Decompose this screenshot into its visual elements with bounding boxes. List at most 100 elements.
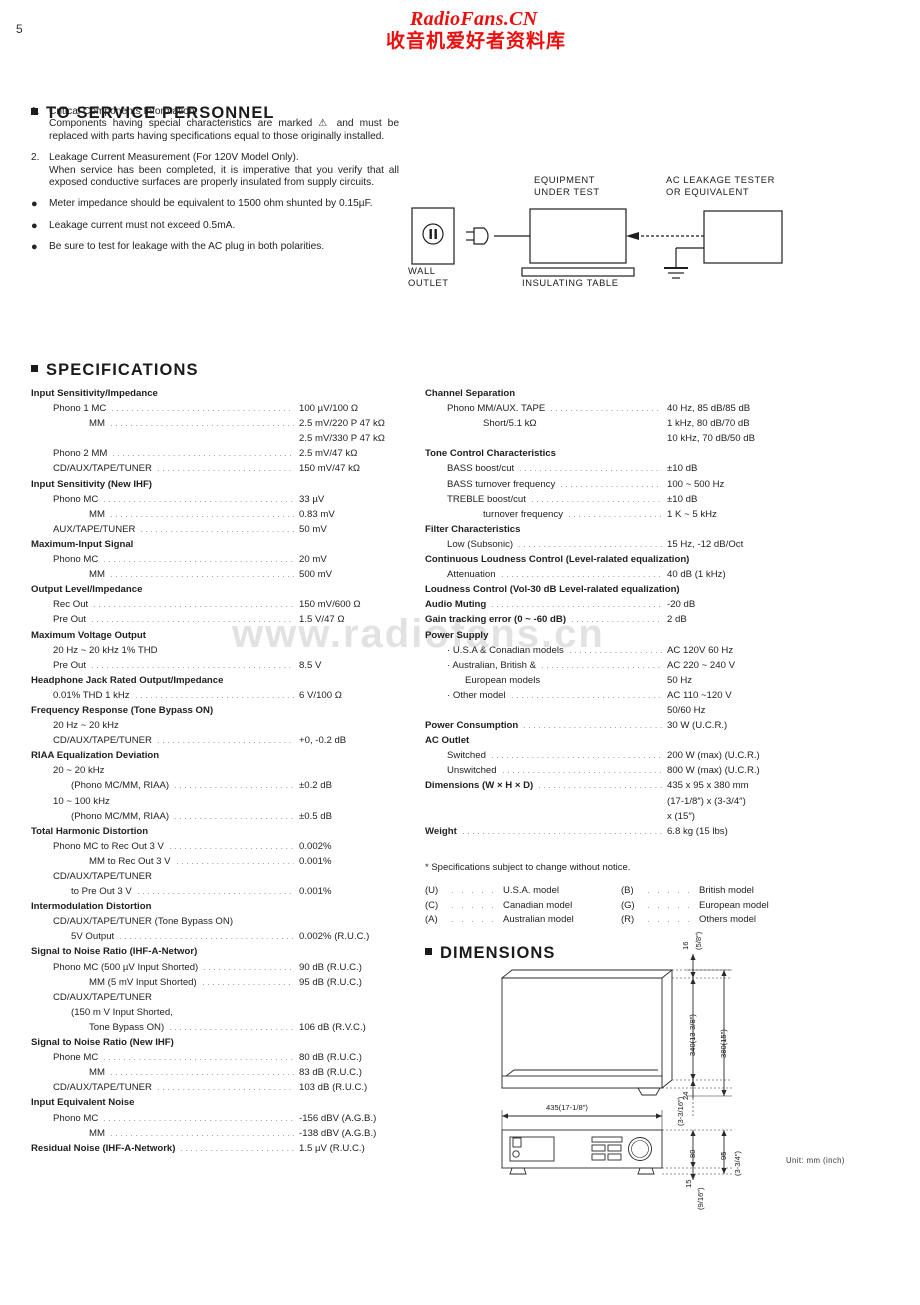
note-line: Be sure to test for leakage with the AC … [49,241,325,253]
spec-value: 1 K ~ 5 kHz [667,508,717,520]
legend-entry: (G) . . . . . European model [621,899,817,914]
spec-label: BASS boost/cut [447,463,515,475]
spec-row: Switched................................… [425,748,825,763]
spec-label: Frequency Response (Tone Bypass ON) [31,704,214,716]
leader-dots: ........................................ [169,1021,294,1033]
specifications-right-column: Channel Separation Phono MM/AUX. TAPE....… [425,386,825,839]
spec-value: -20 dB [667,599,696,611]
note-line: Meter impedance should be equivalent to … [49,198,373,210]
leader-dots: ........................................ [110,1067,294,1079]
spec-value: 106 dB (R.V.C.) [299,1021,366,1033]
spec-row: Pre Out.................................… [31,658,401,673]
page-number: 5 [16,22,23,36]
list-item: 1. Critical Components Information. Comp… [31,106,399,143]
dimensions-unit-note: Unit: mm (inch) [786,1156,845,1165]
spec-row: CD/AUX/TAPE/TUNER.......................… [31,733,401,748]
leader-dots: ........................................ [111,403,294,415]
leader-dots: . . . . . [451,885,497,896]
spec-label: MM [89,418,105,430]
note-body: Be sure to test for leakage with the AC … [49,241,399,253]
equipment-under-test-label: EQUIPMENT UNDER TEST [534,174,600,197]
spec-row: BASS boost/cut..........................… [425,461,825,476]
leader-dots: ........................................ [110,569,294,581]
dim-label-depth-inner: 340(13-3/8″) [688,1014,697,1056]
spec-value: 2.5 mV/47 kΩ [299,448,358,460]
spec-row: (Phono MC/MM, RIAA).....................… [31,778,401,793]
spec-row: turnover frequency......................… [425,507,825,522]
spec-label: (Phono MC/MM, RIAA) [71,810,170,822]
spec-row: 5V Output...............................… [31,929,401,944]
note-body: Leakage Current Measurement (For 120V Mo… [49,152,399,189]
legend-entry: (C) . . . . . Canadian model [425,899,621,914]
spec-label: Residual Noise (IHF-A-Network) [31,1142,176,1154]
dim-label-height-body-inch: (3-3/16″) [676,1096,685,1126]
spec-row: CD/AUX/TAPE/TUNER.......................… [31,1080,401,1095]
spec-row: Weight..................................… [425,824,825,839]
leader-dots: ........................................ [103,1052,294,1064]
spec-row: Filter Characteristics [425,522,825,537]
leader-dots: ........................................ [531,493,662,505]
spec-label: CD/AUX/TAPE/TUNER (Tone Bypass ON) [53,916,234,928]
spec-label: Gain tracking error (0 ~ -60 dB) [425,614,567,626]
leader-dots: ........................................ [103,1112,294,1124]
spec-value: 6.8 kg (15 lbs) [667,825,728,837]
spec-row: CD/AUX/TAPE/TUNER.......................… [31,461,401,476]
spec-row: Signal to Noise Ratio (New IHF) [31,1035,401,1050]
leader-dots: ........................................ [203,961,294,973]
leader-dots: ........................................ [501,569,662,581]
spec-row: 10 kHz, 70 dB/50 dB [425,431,825,446]
spec-label: TREBLE boost/cut [447,493,526,505]
legend-code: (U) [425,885,439,896]
spec-value: 1.5 µV (R.U.C.) [299,1142,365,1154]
spec-label: Rec Out [53,599,89,611]
dim-label-top-offset-inch: (5/8″) [694,931,703,950]
spec-value: 0.001% [299,855,332,867]
spec-row: MM......................................… [31,507,401,522]
spec-label: MM [89,569,105,581]
spec-value: 2.5 mV/220 P 47 kΩ [299,418,385,430]
spec-row: Short/5.1 kΩ 1 kHz, 80 dB/70 dB [425,416,825,431]
spec-label: (150 m V Input Shorted, [71,1006,173,1018]
leader-dots: ........................................ [103,493,294,505]
spec-value: -156 dBV (A.G.B.) [299,1112,377,1124]
spec-row: MM......................................… [31,1126,401,1141]
spec-value: 8.5 V [299,659,322,671]
leader-dots: ........................................ [135,689,294,701]
note-bullet-icon: ● [31,219,38,232]
spec-row: CD/AUX/TAPE/TUNER [31,990,401,1005]
spec-label: BASS turnover frequency [447,478,556,490]
leader-dots: ........................................ [560,478,662,490]
leader-dots: ........................................ [568,508,662,520]
spec-label: RIAA Equalization Deviation [31,750,160,762]
spec-label: Intermodulation Distortion [31,901,152,913]
leader-dots: ........................................ [491,750,662,762]
spec-row: CD/AUX/TAPE/TUNER (Tone Bypass ON) [31,914,401,929]
spec-label: Attenuation [447,569,496,581]
spec-row: Power Supply [425,628,825,643]
leader-dots: ........................................ [169,840,294,852]
ac-leakage-tester-label: AC LEAKAGE TESTER OR EQUIVALENT [666,174,776,197]
spec-label: · U.S.A & Conadian models [447,644,564,656]
wall-outlet-label: WALL OUTLET [408,265,449,288]
spec-label: Unswitched [447,765,497,777]
leader-dots: ........................................ [119,931,294,943]
spec-label: Phono MM/AUX. TAPE [447,403,546,415]
spec-row: · Other model...........................… [425,688,825,703]
legend-name: British model [699,885,754,896]
note-marker: 1. [31,106,40,117]
spec-value: 40 Hz, 85 dB/85 dB [667,403,751,415]
spec-row: (150 m V Input Shorted, [31,1005,401,1020]
spec-row: Input Equivalent Noise [31,1095,401,1110]
legend-code: (A) [425,914,438,926]
spec-label: · Other model [447,689,506,701]
spec-value: 15 Hz, -12 dB/Oct [667,538,744,550]
spec-row: Attenuation.............................… [425,567,825,582]
spec-row: BASS turnover frequency.................… [425,477,825,492]
spec-label: Signal to Noise Ratio (New IHF) [31,1037,174,1049]
note-line: Components having special characteristic… [49,118,399,142]
legend-entry: (R) . . . . . Others model [621,913,817,928]
legend-code: (R) [621,914,635,926]
spec-row: 10 ~ 100 kHz [31,794,401,809]
spec-label: MM [89,1067,105,1079]
spec-label: MM (5 mV Input Shorted) [89,976,197,988]
